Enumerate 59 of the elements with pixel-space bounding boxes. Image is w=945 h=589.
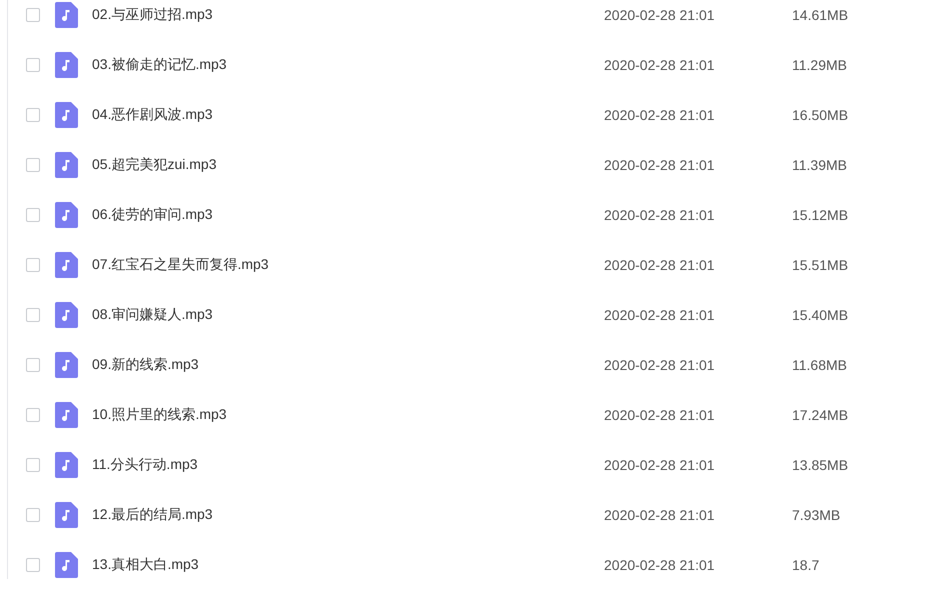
file-size: 15.51MB xyxy=(792,257,848,273)
file-name[interactable]: 04.恶作剧风波.mp3 xyxy=(92,106,604,124)
music-file-icon xyxy=(55,252,78,278)
file-name[interactable]: 03.被偷走的记忆.mp3 xyxy=(92,56,604,74)
music-file-icon xyxy=(55,52,78,78)
file-name[interactable]: 07.红宝石之星失而复得.mp3 xyxy=(92,256,604,274)
checkbox[interactable] xyxy=(26,158,40,172)
checkbox[interactable] xyxy=(26,8,40,22)
modified-date: 2020-02-28 21:01 xyxy=(604,157,716,173)
modified-date: 2020-02-28 21:01 xyxy=(604,207,716,223)
modified-date: 2020-02-28 21:01 xyxy=(604,7,716,23)
modified-date: 2020-02-28 21:01 xyxy=(604,357,716,373)
checkbox[interactable] xyxy=(26,58,40,72)
file-name[interactable]: 12.最后的结局.mp3 xyxy=(92,506,604,524)
modified-date: 2020-02-28 21:01 xyxy=(604,407,716,423)
checkbox[interactable] xyxy=(26,108,40,122)
checkbox[interactable] xyxy=(26,558,40,572)
music-file-icon xyxy=(55,402,78,428)
checkbox[interactable] xyxy=(26,408,40,422)
file-name[interactable]: 02.与巫师过招.mp3 xyxy=(92,6,604,24)
file-size: 13.85MB xyxy=(792,457,848,473)
checkbox[interactable] xyxy=(26,208,40,222)
checkbox[interactable] xyxy=(26,458,40,472)
file-size: 14.61MB xyxy=(792,7,848,23)
file-name[interactable]: 09.新的线索.mp3 xyxy=(92,356,604,374)
file-size: 7.93MB xyxy=(792,507,840,523)
checkbox[interactable] xyxy=(26,308,40,322)
file-size: 11.29MB xyxy=(792,57,847,73)
checkbox[interactable] xyxy=(26,358,40,372)
music-file-icon xyxy=(55,302,78,328)
file-size: 15.40MB xyxy=(792,307,848,323)
music-file-icon xyxy=(55,102,78,128)
music-file-icon xyxy=(55,352,78,378)
modified-date: 2020-02-28 21:01 xyxy=(604,457,716,473)
checkbox[interactable] xyxy=(26,508,40,522)
file-name[interactable]: 10.照片里的线索.mp3 xyxy=(92,406,604,424)
file-name[interactable]: 05.超完美犯zui.mp3 xyxy=(92,156,604,174)
modified-date: 2020-02-28 21:01 xyxy=(604,257,716,273)
file-name[interactable]: 06.徒劳的审问.mp3 xyxy=(92,206,604,224)
modified-date: 2020-02-28 21:01 xyxy=(604,307,716,323)
modified-date: 2020-02-28 21:01 xyxy=(604,557,716,573)
music-file-icon xyxy=(55,452,78,478)
modified-date: 2020-02-28 21:01 xyxy=(604,507,716,523)
music-file-icon xyxy=(55,202,78,228)
file-name[interactable]: 11.分头行动.mp3 xyxy=(92,456,604,474)
file-size: 18.7 xyxy=(792,557,820,573)
modified-date: 2020-02-28 21:01 xyxy=(604,107,716,123)
file-size: 15.12MB xyxy=(792,207,848,223)
file-name[interactable]: 08.审问嫌疑人.mp3 xyxy=(92,306,604,324)
file-size: 11.68MB xyxy=(792,357,847,373)
file-size: 11.39MB xyxy=(792,157,847,173)
music-file-icon xyxy=(55,502,78,528)
file-size: 16.50MB xyxy=(792,107,848,123)
music-file-icon xyxy=(55,552,78,578)
modified-date: 2020-02-28 21:01 xyxy=(604,57,716,73)
file-size: 17.24MB xyxy=(792,407,848,423)
file-name[interactable]: 13.真相大白.mp3 xyxy=(92,556,604,574)
checkbox[interactable] xyxy=(26,258,40,272)
music-file-icon xyxy=(55,152,78,178)
